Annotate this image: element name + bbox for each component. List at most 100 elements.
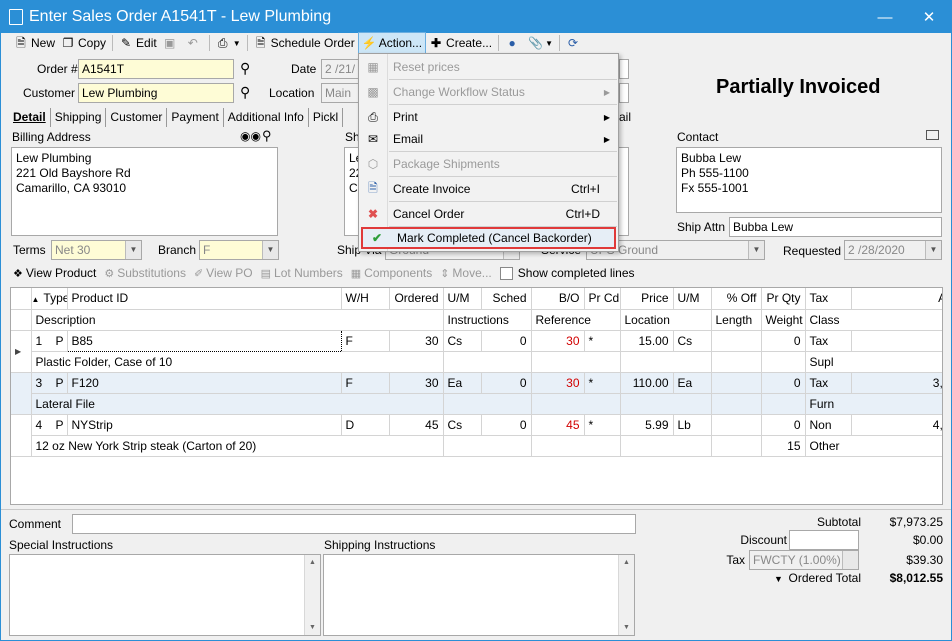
show-completed-lines-toggle[interactable]: Show completed lines (499, 266, 635, 280)
minimize-button[interactable]: — (863, 9, 907, 26)
contact-box[interactable]: Bubba Lew Ph 555-1100 Fx 555-1001 (676, 147, 942, 213)
menu-item-reset-prices[interactable]: ▦ Reset prices (359, 55, 618, 79)
column-header-bo[interactable]: B/O (531, 288, 585, 310)
cell-price-um[interactable]: Lb (673, 414, 712, 436)
cell-sched[interactable]: 0 (481, 414, 532, 436)
copy-button[interactable]: ❐ Copy (58, 33, 109, 53)
terms-field[interactable]: Net 30 ▼ (51, 240, 142, 260)
refresh-button[interactable]: ⟳ (563, 33, 586, 53)
table-row[interactable]: ▶ 1 P B85 F 30 Cs 0 30 * 15.00 Cs 0 Tax … (11, 329, 942, 373)
special-instructions-box[interactable]: ▲ ▼ (9, 554, 321, 636)
move-button[interactable]: ⇕ Move... (440, 266, 492, 280)
scroll-up-icon[interactable]: ▲ (305, 555, 320, 570)
tab-additional-info[interactable]: Additional Info (224, 108, 309, 127)
menu-item-print[interactable]: ⎙ Print ▶ (359, 105, 618, 129)
attachments-button[interactable]: 📎 ▼ (525, 33, 556, 53)
table-row-detail[interactable]: 12 oz New York Strip steak (Carton of 20… (11, 435, 942, 457)
cell-amount[interactable]: 4,043.25 (851, 414, 942, 436)
lot-numbers-button[interactable]: ▤ Lot Numbers (261, 266, 343, 280)
tab-payment[interactable]: Payment (167, 108, 224, 127)
view-product-button[interactable]: ❖ View Product (13, 266, 96, 280)
components-button[interactable]: ▦ Components (351, 266, 432, 280)
cell-um[interactable]: Cs (443, 330, 482, 352)
chevron-down-icon[interactable]: ▼ (748, 241, 764, 259)
cell-wh[interactable]: D (341, 414, 390, 436)
cell-description[interactable]: 12 oz New York Strip steak (Carton of 20… (31, 435, 444, 457)
table-row[interactable]: 4 P NYStrip D 45 Cs 0 45 * 5.99 Lb 0 Non… (11, 414, 942, 457)
scroll-down-icon[interactable]: ▼ (619, 620, 634, 635)
chevron-down-icon[interactable]: ▼ (262, 241, 278, 259)
cell-reference[interactable] (531, 435, 621, 457)
column-header-price[interactable]: Price (620, 288, 674, 310)
column-header-type[interactable]: ▲ Type (31, 288, 68, 310)
order-number-field[interactable]: A1541T (78, 59, 234, 79)
column-header-location[interactable]: Location (620, 309, 712, 331)
tax-code-field[interactable]: FWCTY (1.00%) (749, 550, 859, 570)
column-header-pr-cd[interactable]: Pr Cd (584, 288, 621, 310)
new-button[interactable]: 🗎 New (11, 33, 58, 53)
cell-um[interactable]: Ea (443, 372, 482, 394)
tab-email[interactable]: ail (619, 110, 631, 124)
chevron-down-icon[interactable]: ▼ (925, 241, 941, 259)
cell-wh[interactable]: F (341, 372, 390, 394)
scrollbar[interactable]: ▲ ▼ (618, 555, 634, 635)
binoculars-icon[interactable]: ◉◉ (240, 129, 261, 143)
cell-um[interactable]: Cs (443, 414, 482, 436)
cell-class[interactable]: Furn (805, 393, 942, 415)
cell-bo[interactable]: 45 (531, 414, 585, 436)
contact-card-icon[interactable] (926, 130, 939, 140)
tab-customer[interactable]: Customer (106, 108, 168, 127)
cell-bo[interactable]: 30 (531, 330, 585, 352)
menu-item-create-invoice[interactable]: 🗎 Create Invoice Ctrl+I (359, 177, 618, 201)
cell-line-type[interactable]: 3 P (31, 372, 68, 394)
cell-ordered[interactable]: 30 (389, 372, 444, 394)
location-field[interactable]: Main (321, 83, 361, 103)
menu-item-email[interactable]: ✉ Email ▶ (359, 127, 618, 151)
table-row[interactable]: 3 P F120 F 30 Ea 0 30 * 110.00 Ea 0 Tax … (11, 372, 942, 415)
scrollbar[interactable]: ▲ ▼ (304, 555, 320, 635)
cell-pr-cd[interactable]: * (584, 330, 621, 352)
cell-price[interactable]: 15.00 (620, 330, 674, 352)
cell-wh[interactable]: F (341, 330, 390, 352)
map-pin-icon[interactable]: ⚲ (262, 128, 272, 144)
column-header-um[interactable]: U/M (443, 288, 482, 310)
column-header-ordered[interactable]: Ordered (389, 288, 444, 310)
cell-product-id[interactable]: B85 (66, 329, 342, 352)
cell-weight[interactable]: 15 (761, 435, 806, 457)
cell-class[interactable]: Other (805, 435, 942, 457)
column-header-reference[interactable]: Reference (531, 309, 621, 331)
cell-price-um[interactable]: Ea (673, 372, 712, 394)
column-header-tax[interactable]: Tax (805, 288, 852, 310)
table-row-detail[interactable]: Plastic Folder, Case of 10 Supl (11, 351, 942, 373)
menu-item-package-shipments[interactable]: ⬡ Package Shipments (359, 152, 618, 176)
cell-sched[interactable]: 0 (481, 330, 532, 352)
menu-item-mark-completed[interactable]: ✔ Mark Completed (Cancel Backorder) (361, 227, 616, 249)
cell-length[interactable] (711, 351, 762, 373)
cell-product-id[interactable]: F120 (67, 372, 342, 394)
comment-field[interactable] (72, 514, 636, 534)
cell-price[interactable]: 5.99 (620, 414, 674, 436)
chevron-down-icon[interactable]: ▼ (774, 574, 783, 584)
menu-item-cancel-order[interactable]: ✖ Cancel Order Ctrl+D (359, 202, 618, 226)
cell-weight[interactable] (761, 351, 806, 373)
tab-detail[interactable]: Detail (9, 108, 51, 127)
cell-description[interactable]: Plastic Folder, Case of 10 (31, 351, 444, 373)
shipping-instructions-box[interactable]: ▲ ▼ (323, 554, 635, 636)
cell-class[interactable]: Supl (805, 351, 942, 373)
scroll-down-icon[interactable]: ▼ (305, 620, 320, 635)
cell-product-id[interactable]: NYStrip (67, 414, 342, 436)
column-header-product-id[interactable]: Product ID (67, 288, 342, 310)
cell-description[interactable]: Lateral File (31, 393, 444, 415)
discount-field[interactable] (789, 530, 859, 550)
cell-price-um[interactable]: Cs (673, 330, 712, 352)
cell-pr-qty[interactable]: 0 (761, 330, 806, 352)
column-header-pct-off[interactable]: % Off (711, 288, 762, 310)
cell-weight[interactable] (761, 393, 806, 415)
date-field[interactable]: 2 /21/ (321, 59, 361, 79)
column-header-pr-qty[interactable]: Pr Qty (761, 288, 806, 310)
chevron-down-icon[interactable]: ▼ (125, 241, 141, 259)
cell-pct-off[interactable] (711, 330, 762, 352)
cell-pr-cd[interactable]: * (584, 372, 621, 394)
column-header-instructions[interactable]: Instructions (443, 309, 532, 331)
branch-field[interactable]: F ▼ (199, 240, 279, 260)
